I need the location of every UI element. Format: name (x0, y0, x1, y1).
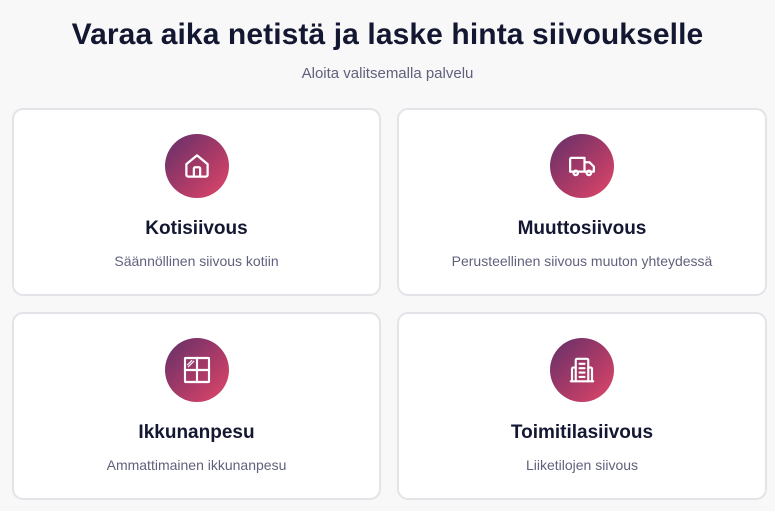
service-description: Säännöllinen siivous kotiin (114, 253, 279, 269)
page-title: Varaa aika netistä ja laske hinta siivou… (71, 18, 704, 51)
service-selection-page: Varaa aika netistä ja laske hinta siivou… (0, 0, 775, 511)
service-card-toimitilasiivous[interactable]: Toimitilasiivous Liiketilojen siivous (397, 312, 767, 500)
truck-icon (550, 134, 614, 198)
window-icon (164, 338, 229, 402)
service-title: Kotisiivous (145, 218, 248, 239)
office-building-icon (550, 338, 614, 402)
service-card-kotisiivous[interactable]: Kotisiivous Säännöllinen siivous kotiin (12, 108, 381, 296)
service-card-ikkunanpesu[interactable]: Ikkunanpesu Ammattimainen ikkunanpesu (12, 312, 381, 500)
service-title: Ikkunanpesu (138, 422, 255, 443)
home-icon (164, 134, 229, 198)
service-card-muuttosiivous[interactable]: Muuttosiivous Perusteellinen siivous muu… (397, 108, 767, 296)
service-description: Ammattimainen ikkunanpesu (106, 457, 287, 473)
service-title: Muuttosiivous (517, 218, 647, 239)
page-subtitle: Aloita valitsemalla palvelu (301, 65, 474, 82)
service-description: Liiketilojen siivous (525, 457, 639, 473)
service-title: Toimitilasiivous (510, 422, 654, 443)
service-description: Perusteellinen siivous muuton yhteydessä (451, 253, 713, 269)
